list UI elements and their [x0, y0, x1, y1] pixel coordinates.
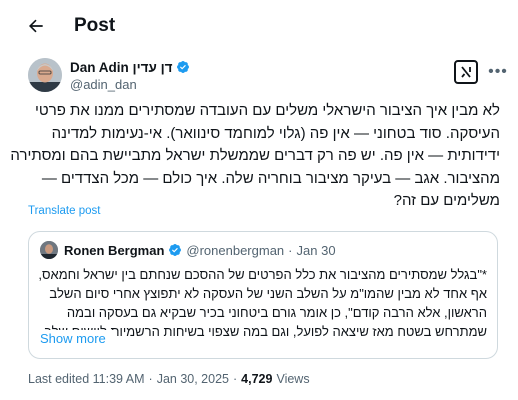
quoted-author-handle[interactable]: @ronenbergman	[186, 243, 284, 258]
avatar[interactable]	[28, 58, 62, 92]
author-display-name[interactable]: Dan Adin דן עדין	[70, 60, 173, 75]
quoted-author-name[interactable]: Ronen Bergman	[64, 243, 164, 258]
arrow-left-icon	[29, 19, 43, 33]
quoted-post[interactable]: Ronen Bergman @ronenbergman · Jan 30 *"ב…	[28, 231, 498, 359]
verified-badge-icon	[168, 243, 182, 257]
translate-post-link[interactable]: Translate post	[28, 205, 100, 217]
post-author: Dan Adin דן עדין @adin_dan •••	[28, 58, 507, 94]
top-bar: Post	[0, 0, 518, 52]
author-handle[interactable]: @adin_dan	[70, 76, 370, 93]
quoted-post-date[interactable]: Jan 30	[297, 243, 336, 258]
verified-badge-icon	[176, 60, 190, 74]
views-label: Views	[276, 372, 310, 386]
post-text: לא מבין איך הציבור הישראלי משלים עם העוב…	[10, 100, 500, 213]
edited-timestamp[interactable]: Last edited 11:39 AM	[28, 372, 145, 386]
grok-icon	[461, 66, 471, 78]
grok-button[interactable]	[454, 60, 478, 84]
post-date[interactable]: Jan 30, 2025	[157, 372, 229, 386]
post-text-line: ידידותית — אין פה. יש פה רק דברים שממשלת…	[10, 147, 500, 164]
more-options-icon[interactable]: •••	[486, 60, 510, 84]
separator-dot: ·	[233, 372, 238, 386]
separator-dot: ·	[148, 372, 153, 386]
show-more-link[interactable]: Show more	[40, 330, 114, 348]
quoted-text-line: אף אחד לא מבין שהמו"מ על השלב השני של הע…	[49, 286, 487, 301]
post-text-line: לא מבין איך הציבור הישראלי משלים עם העוב…	[35, 102, 500, 119]
back-button[interactable]	[24, 14, 48, 38]
quoted-post-header: Ronen Bergman @ronenbergman · Jan 30	[40, 241, 336, 259]
author-names: Dan Adin דן עדין @adin_dan	[70, 58, 370, 93]
quoted-author-avatar[interactable]	[40, 241, 58, 259]
views-count: 4,729	[241, 372, 273, 386]
page-title: Post	[74, 15, 116, 36]
quoted-text-line: *"בגלל שמסתירים מהציבור את כלל הפרטים של…	[38, 267, 487, 282]
quoted-text-line: הראשון, אלא הרבה קודם", כן אומר גורם ביט…	[66, 305, 487, 320]
post-text-line: מהציבור. אגב — בעיקר מציבור בוחריה שלה. …	[41, 169, 500, 187]
post-metadata: Last edited 11:39 AM · Jan 30, 2025 · 4,…	[28, 372, 310, 386]
post-text-line: העיסקה. סוד בטחוני — אין פה (גלוי למוחמד…	[51, 124, 500, 142]
separator-dot: ·	[288, 242, 293, 258]
